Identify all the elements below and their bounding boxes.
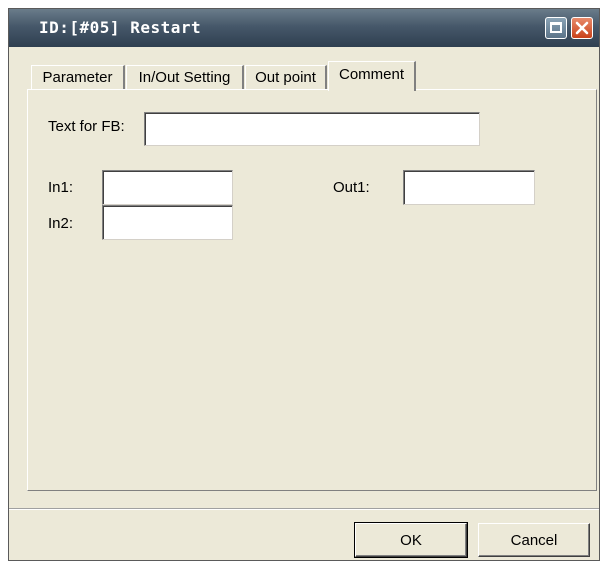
out1-label: Out1: bbox=[333, 179, 370, 196]
text-for-fb-label: Text for FB: bbox=[48, 118, 125, 135]
close-icon[interactable] bbox=[571, 17, 593, 39]
in1-label: In1: bbox=[48, 179, 74, 196]
window-title: ID:[#05] Restart bbox=[39, 18, 202, 37]
tab-out-point[interactable]: Out point bbox=[245, 65, 327, 89]
text-for-fb-input[interactable] bbox=[144, 112, 480, 146]
maximize-icon[interactable] bbox=[545, 17, 567, 39]
footer-separator bbox=[9, 508, 599, 510]
out1-input[interactable] bbox=[403, 170, 535, 205]
in1-input[interactable] bbox=[102, 170, 233, 205]
in2-label: In2: bbox=[48, 215, 74, 232]
cancel-button[interactable]: Cancel bbox=[478, 523, 590, 557]
tab-in-out-setting[interactable]: In/Out Setting bbox=[126, 65, 244, 89]
title-bar[interactable]: ID:[#05] Restart bbox=[9, 9, 599, 47]
in2-input[interactable] bbox=[102, 205, 233, 240]
tab-comment[interactable]: Comment bbox=[328, 61, 416, 91]
comment-panel: Text for FB: In1: In2: Out1: bbox=[27, 89, 597, 491]
dialog-window: ID:[#05] Restart Parameter In/Out Settin… bbox=[8, 8, 600, 561]
ok-button[interactable]: OK bbox=[354, 522, 468, 558]
tab-parameter[interactable]: Parameter bbox=[31, 65, 125, 89]
